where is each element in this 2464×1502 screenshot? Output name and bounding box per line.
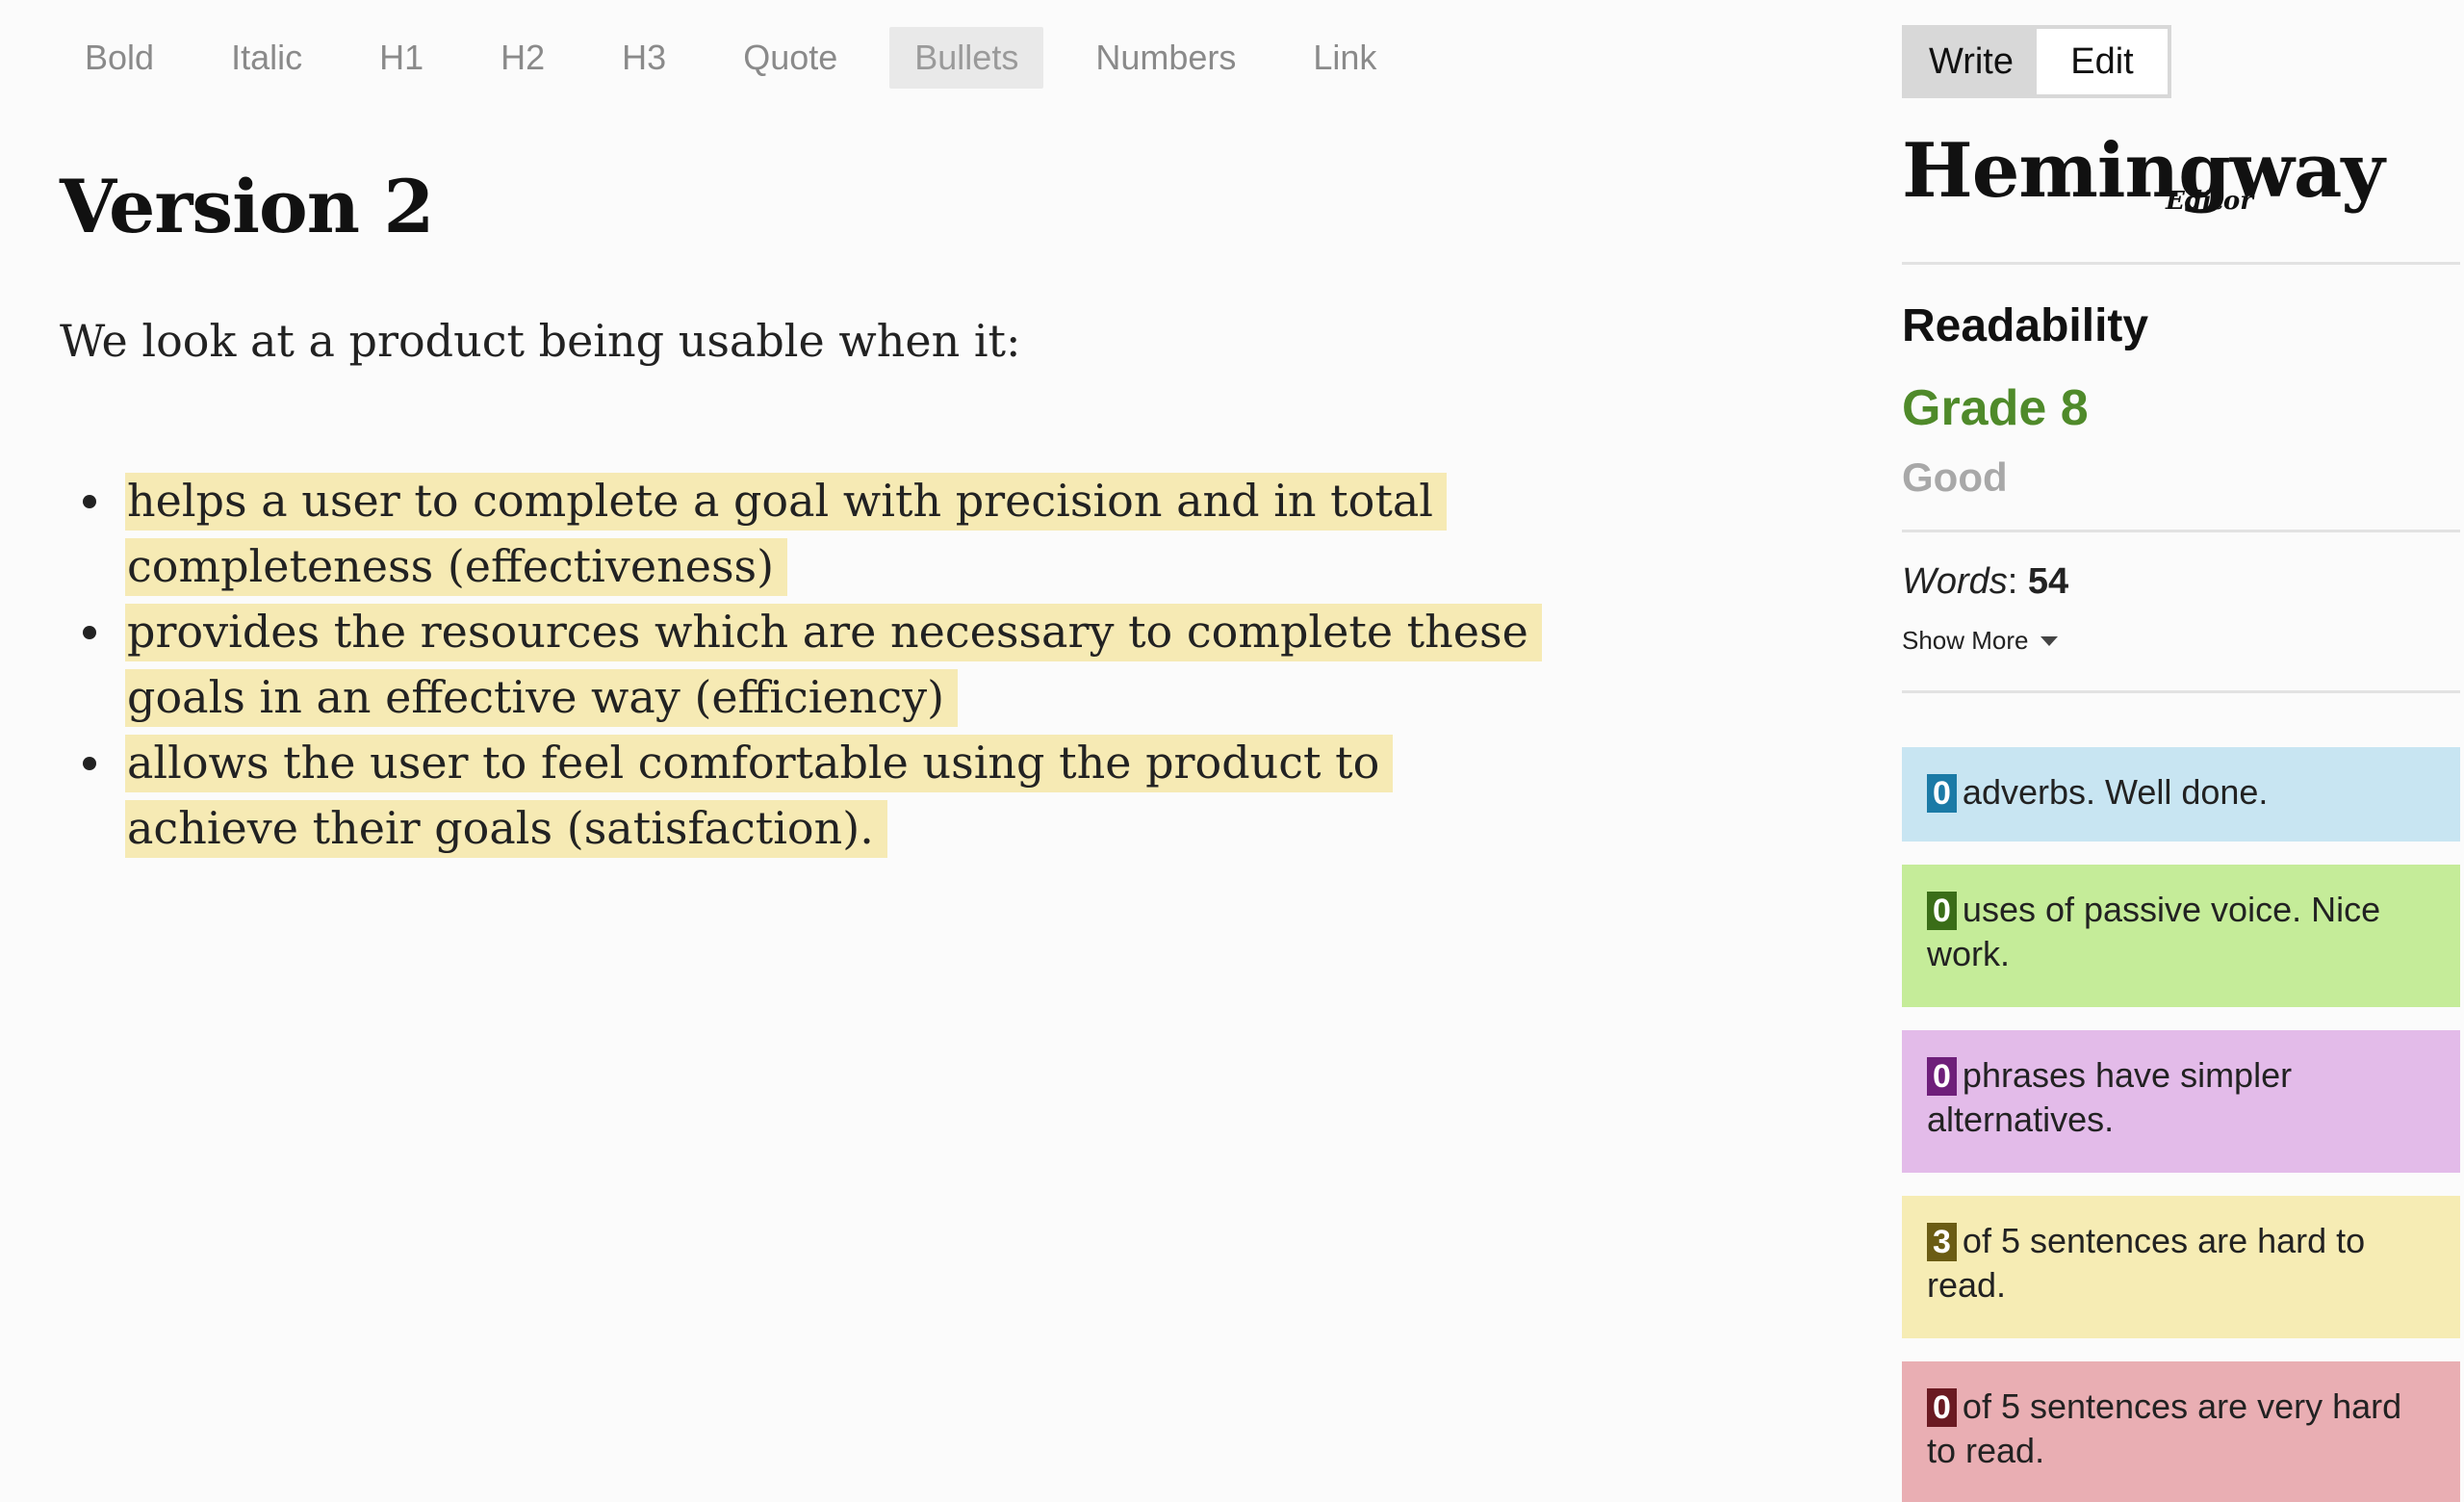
format-toolbar: Bold Italic H1 H2 H3 Quote Bullets Numbe… (62, 27, 1428, 89)
link-button[interactable]: Link (1288, 27, 1401, 89)
hard-sentences-card: 3 of 5 sentences are hard to read. (1902, 1196, 2460, 1338)
quote-button[interactable]: Quote (718, 27, 862, 89)
mode-toggle: Write Edit (1902, 25, 2171, 98)
editor-area[interactable]: Version 2 We look at a product being usa… (60, 154, 1561, 861)
passive-text: uses of passive voice. Nice work. (1927, 890, 2381, 973)
h2-button[interactable]: H2 (475, 27, 570, 89)
numbers-button[interactable]: Numbers (1070, 27, 1261, 89)
list-item[interactable]: allows the user to feel comfortable usin… (60, 730, 1561, 861)
very-hard-count-badge: 0 (1927, 1388, 1957, 1427)
h1-button[interactable]: H1 (354, 27, 449, 89)
word-count: Words: 54 (1902, 561, 2069, 602)
hard-count-badge: 3 (1927, 1223, 1957, 1261)
edit-mode-button[interactable]: Edit (2037, 29, 2168, 94)
hard-sentence-highlight[interactable]: provides the resources which are necessa… (125, 604, 1542, 727)
divider (1902, 530, 2460, 532)
bullet-dot-icon (83, 495, 96, 508)
write-mode-button[interactable]: Write (1906, 29, 2037, 94)
adverbs-text: adverbs. Well done. (1962, 772, 2269, 812)
phrases-text: phrases have simpler alternatives. (1927, 1055, 2293, 1139)
sidebar: Write Edit Hemingway Editor Readability … (1902, 25, 2460, 1502)
hard-text: of 5 sentences are hard to read. (1927, 1221, 2366, 1305)
grade-description: Good (1902, 454, 2008, 500)
divider (1902, 690, 2460, 693)
caret-down-icon (2040, 635, 2058, 646)
readability-heading: Readability (1902, 300, 2149, 351)
word-count-value: 54 (2027, 561, 2069, 602)
logo: Hemingway Editor (1902, 123, 2460, 239)
hemingway-editor-page: Bold Italic H1 H2 H3 Quote Bullets Numbe… (0, 0, 2464, 1502)
adverbs-count-badge: 0 (1927, 774, 1957, 813)
bold-button[interactable]: Bold (62, 27, 179, 89)
bullet-list: helps a user to complete a goal with pre… (60, 468, 1561, 861)
hard-sentence-highlight[interactable]: allows the user to feel comfortable usin… (125, 735, 1394, 858)
phrases-count-badge: 0 (1927, 1057, 1957, 1096)
show-more-button[interactable]: Show More (1902, 626, 2058, 656)
bullets-button[interactable]: Bullets (889, 27, 1044, 89)
passive-voice-card: 0 uses of passive voice. Nice work. (1902, 865, 2460, 1007)
word-count-label: Words (1902, 561, 2008, 602)
very-hard-text: of 5 sentences are very hard to read. (1927, 1386, 2402, 1470)
divider (1902, 262, 2460, 265)
bullet-dot-icon (83, 626, 96, 639)
h3-button[interactable]: H3 (597, 27, 691, 89)
hard-sentence-highlight[interactable]: helps a user to complete a goal with pre… (125, 473, 1447, 596)
list-item[interactable]: helps a user to complete a goal with pre… (60, 468, 1561, 599)
stats-cards: 0 adverbs. Well done. 0 uses of passive vo… (1902, 747, 2460, 1502)
passive-count-badge: 0 (1927, 892, 1957, 930)
intro-paragraph[interactable]: We look at a product being usable when i… (60, 310, 1561, 372)
logo-subtitle: Editor (2166, 187, 2253, 216)
show-more-label: Show More (1902, 626, 2029, 655)
list-item[interactable]: provides the resources which are necessa… (60, 599, 1561, 730)
very-hard-sentences-card: 0 of 5 sentences are very hard to read. (1902, 1361, 2460, 1502)
grade-level: Grade 8 (1902, 380, 2089, 436)
document-title[interactable]: Version 2 (60, 154, 1561, 260)
simpler-phrases-card: 0 phrases have simpler alternatives. (1902, 1030, 2460, 1173)
adverbs-card: 0 adverbs. Well done. (1902, 747, 2460, 842)
italic-button[interactable]: Italic (206, 27, 327, 89)
bullet-dot-icon (83, 757, 96, 770)
